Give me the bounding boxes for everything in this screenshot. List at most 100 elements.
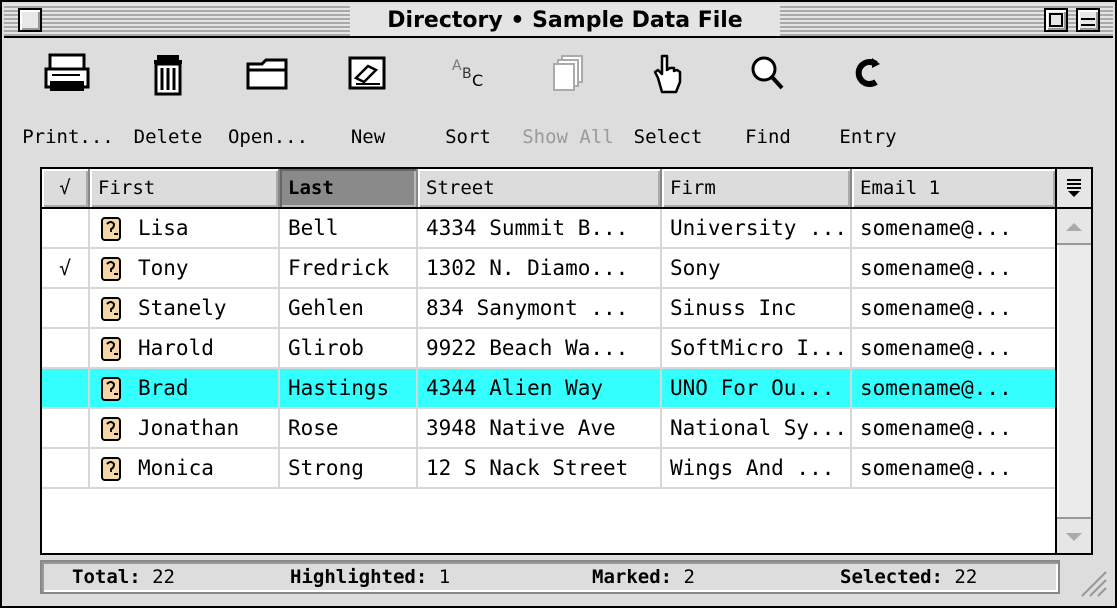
cell-mark bbox=[42, 409, 90, 447]
cell-last: Hastings bbox=[280, 369, 418, 407]
status-selected: Selected: 22 bbox=[840, 566, 978, 588]
cell-mark bbox=[42, 369, 90, 407]
delete-button[interactable]: Delete bbox=[118, 44, 218, 160]
column-header-email[interactable]: Email 1 bbox=[852, 169, 1055, 207]
cell-email: somename@... bbox=[860, 336, 1012, 360]
contact-card-icon bbox=[101, 217, 121, 241]
cell-street: 12 S Nack Street bbox=[418, 449, 662, 487]
cell-street: 4334 Summit B... bbox=[418, 209, 662, 247]
cell-last: Gehlen bbox=[280, 289, 418, 327]
contact-card-icon-wrap bbox=[90, 329, 138, 367]
contact-card-icon-wrap bbox=[90, 409, 138, 447]
table-row[interactable]: Lisa Bell 4334 Summit B... University ... so… bbox=[42, 209, 1055, 249]
cell-street: 4344 Alien Way bbox=[418, 369, 662, 407]
cell-mark bbox=[42, 209, 90, 247]
contact-card-icon bbox=[101, 417, 121, 441]
sort-abc-icon: A B C bbox=[452, 58, 483, 90]
contact-card-icon-wrap bbox=[90, 209, 138, 247]
cell-firm: National Sy... bbox=[662, 409, 852, 447]
contact-card-icon-wrap bbox=[90, 289, 138, 327]
contact-card-icon bbox=[101, 457, 121, 481]
status-bar: Total: 22 Highlighted: 1 Marked: 2 Selec… bbox=[40, 560, 1060, 594]
new-button[interactable]: New bbox=[318, 44, 418, 160]
show-all-icon bbox=[553, 55, 583, 91]
svg-text:C: C bbox=[472, 71, 483, 90]
table-row[interactable]: Jonathan Rose 3948 Native Ave National Sy..… bbox=[42, 409, 1055, 449]
contact-card-icon bbox=[101, 297, 121, 321]
table-row[interactable]: √ Tony Fredrick 1302 N. Diamo... Sony somenam… bbox=[42, 249, 1055, 289]
find-button[interactable]: Find bbox=[718, 44, 818, 160]
scroll-track[interactable] bbox=[1057, 245, 1091, 517]
cell-street: 834 Sanymont ... bbox=[418, 289, 662, 327]
column-header-street[interactable]: Street bbox=[418, 169, 662, 207]
folder-icon bbox=[246, 58, 288, 90]
sort-button[interactable]: A B C Sort bbox=[418, 44, 518, 160]
vertical-scrollbar[interactable] bbox=[1055, 169, 1091, 553]
cell-street: 3948 Native Ave bbox=[418, 409, 662, 447]
new-card-icon bbox=[348, 56, 386, 90]
cell-firm: UNO For Ou... bbox=[662, 369, 852, 407]
cell-mark bbox=[42, 289, 90, 327]
table-row[interactable]: Stanely Gehlen 834 Sanymont ... Sinuss Inc s… bbox=[42, 289, 1055, 329]
svg-text:A: A bbox=[452, 58, 462, 74]
directory-window: Directory • Sample Data File Print... De… bbox=[0, 0, 1117, 608]
collapse-box-icon[interactable] bbox=[1076, 8, 1100, 32]
cell-last: Strong bbox=[280, 449, 418, 487]
resize-grip-icon[interactable] bbox=[1070, 560, 1110, 600]
cell-email: somename@... bbox=[860, 376, 1012, 400]
cell-email: somename@... bbox=[860, 296, 1012, 320]
cell-firm: SoftMicro I... bbox=[662, 329, 852, 367]
open-button[interactable]: Open... bbox=[218, 44, 318, 160]
directory-table: √ First Last Street Firm Email 1 Lisa Bel… bbox=[40, 167, 1093, 555]
cell-street: 9922 Beach Wa... bbox=[418, 329, 662, 367]
cell-firm: Wings And ... bbox=[662, 449, 852, 487]
column-menu-icon[interactable] bbox=[1057, 169, 1091, 209]
title-bar[interactable]: Directory • Sample Data File bbox=[4, 4, 1113, 38]
select-button[interactable]: Select bbox=[618, 44, 718, 160]
close-box-icon[interactable] bbox=[18, 8, 42, 32]
entry-button[interactable]: Entry bbox=[818, 44, 918, 160]
status-highlighted: Highlighted: 1 bbox=[290, 566, 451, 588]
contact-card-icon-wrap bbox=[90, 449, 138, 487]
cell-last: Fredrick bbox=[280, 249, 418, 287]
magnifier-icon bbox=[751, 56, 784, 90]
scroll-up-arrow-icon[interactable] bbox=[1057, 209, 1091, 245]
contact-card-icon bbox=[101, 257, 121, 281]
scroll-down-arrow-icon[interactable] bbox=[1057, 517, 1091, 553]
cell-firm: Sony bbox=[662, 249, 852, 287]
status-total: Total: 22 bbox=[72, 566, 175, 588]
show-all-button[interactable]: Show All bbox=[518, 44, 618, 160]
contact-card-icon-wrap bbox=[90, 369, 138, 407]
column-header-last[interactable]: Last bbox=[280, 169, 418, 207]
cell-email: somename@... bbox=[860, 216, 1012, 240]
cell-mark bbox=[42, 449, 90, 487]
svg-text:B: B bbox=[462, 66, 472, 82]
table-header: √ First Last Street Firm Email 1 bbox=[42, 169, 1055, 209]
table-row[interactable]: Monica Strong 12 S Nack Street Wings And ..… bbox=[42, 449, 1055, 489]
cell-mark: √ bbox=[42, 249, 90, 287]
cell-street: 1302 N. Diamo... bbox=[418, 249, 662, 287]
zoom-box-icon[interactable] bbox=[1044, 8, 1068, 32]
contact-card-icon bbox=[101, 377, 121, 401]
window-title: Directory • Sample Data File bbox=[350, 6, 780, 36]
contact-card-icon bbox=[101, 337, 121, 361]
toolbar: Print... Delete Open... New A B C Sort S… bbox=[4, 40, 1113, 164]
status-marked: Marked: 2 bbox=[592, 566, 695, 588]
entry-c-icon bbox=[855, 58, 880, 87]
print-button[interactable]: Print... bbox=[18, 44, 118, 160]
table-row[interactable]: Harold Glirob 9922 Beach Wa... SoftMicro I.… bbox=[42, 329, 1055, 369]
cell-firm: University ... bbox=[662, 209, 852, 247]
cell-email: somename@... bbox=[860, 456, 1012, 480]
cell-last: Bell bbox=[280, 209, 418, 247]
column-header-firm[interactable]: Firm bbox=[662, 169, 852, 207]
cell-last: Glirob bbox=[280, 329, 418, 367]
table-row[interactable]: Brad Hastings 4344 Alien Way UNO For Ou... s… bbox=[42, 369, 1055, 409]
contact-card-icon-wrap bbox=[90, 249, 138, 287]
cell-last: Rose bbox=[280, 409, 418, 447]
cell-firm: Sinuss Inc bbox=[662, 289, 852, 327]
column-header-first[interactable]: First bbox=[90, 169, 280, 207]
cell-mark bbox=[42, 329, 90, 367]
cell-email: somename@... bbox=[860, 416, 1012, 440]
column-header-mark[interactable]: √ bbox=[42, 169, 90, 207]
pointing-hand-icon bbox=[653, 54, 682, 94]
